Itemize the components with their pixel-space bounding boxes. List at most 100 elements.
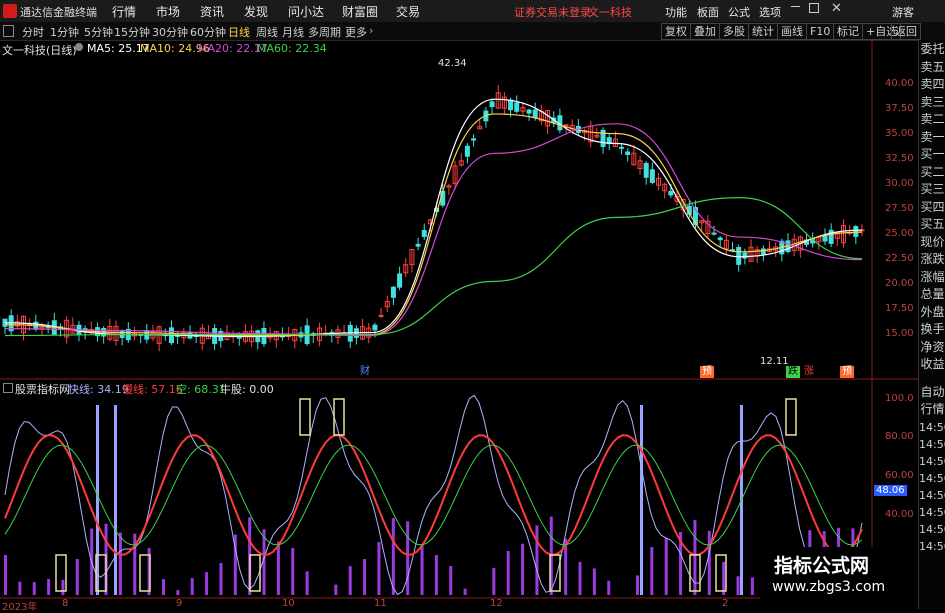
side-item[interactable]: 收益	[919, 357, 945, 372]
ma60-label: MA60: 22.34	[257, 42, 327, 55]
indicator-toggle-icon[interactable]	[3, 383, 13, 393]
period-weekly[interactable]: 周线	[256, 24, 278, 40]
side-time: 14:50	[919, 489, 945, 502]
watermark-url: www.zbgs3.com	[772, 579, 886, 595]
user-label[interactable]: 游客	[892, 4, 914, 20]
ma-line-ma10	[4, 113, 863, 337]
side-item[interactable]: 总量	[919, 287, 945, 302]
event-marker-fall[interactable]: 跌	[786, 366, 800, 378]
tool-f10[interactable]: F10	[806, 23, 835, 40]
period-5min[interactable]: 5分钟	[84, 24, 113, 40]
menu-wealth[interactable]: 财富圈	[342, 3, 378, 20]
tool-adjust[interactable]: 复权	[661, 23, 691, 40]
indicator-bar	[722, 561, 726, 595]
current-value-tag: 48.06	[874, 485, 907, 496]
menu-trade[interactable]: 交易	[396, 3, 420, 20]
signal-box	[333, 398, 345, 436]
side-item[interactable]: 买一	[919, 147, 945, 162]
bull-label: 牛股: 0.00	[220, 383, 274, 396]
login-notice[interactable]: 证券交易未登录	[514, 4, 591, 20]
y-tick: 30.00	[885, 178, 914, 189]
indicator-bar	[750, 577, 754, 595]
candle-body	[717, 237, 723, 241]
menu-market[interactable]: 市场	[156, 3, 180, 20]
tool-mark[interactable]: 标记	[833, 23, 863, 40]
stock-name-link[interactable]: 文一科技	[588, 4, 632, 20]
side-item[interactable]: 涨跌	[919, 252, 945, 267]
menu-layout[interactable]: 板面	[697, 4, 719, 20]
period-toolbar: 分时 1分钟 5分钟 15分钟 30分钟 60分钟 日线 周线 月线 多周期 更…	[0, 22, 945, 41]
watermark: 指标公式网 www.zbgs3.com	[760, 547, 918, 605]
candle-body	[563, 124, 569, 127]
indicator-bar	[434, 555, 438, 595]
tool-draw[interactable]: 画线	[777, 23, 807, 40]
period-1min[interactable]: 1分钟	[50, 24, 79, 40]
y-tick: 15.00	[885, 328, 914, 339]
tool-statistics[interactable]: 统计	[748, 23, 778, 40]
side-item[interactable]: 卖二	[919, 112, 945, 127]
maximize-icon[interactable]	[809, 3, 819, 13]
indicator-bar	[18, 581, 22, 595]
period-timeshare[interactable]: 分时	[22, 24, 44, 40]
indicator-bar	[707, 530, 711, 595]
period-multi[interactable]: 多周期	[308, 24, 341, 40]
ma-line-ma5	[4, 98, 863, 338]
period-daily[interactable]: 日线	[228, 24, 250, 40]
side-item[interactable]: 现价	[919, 235, 945, 250]
side-lower-item[interactable]: 行情	[919, 402, 945, 417]
candle-body	[378, 314, 384, 317]
menu-function[interactable]: 功能	[665, 4, 687, 20]
ind-y-tick: 80.00	[885, 431, 914, 442]
top-menu-bar: 通达信金融终端 行情 市场 资讯 发现 问小达 财富圈 交易 证券交易未登录 文…	[0, 0, 945, 23]
tool-multi-stock[interactable]: 多股	[719, 23, 749, 40]
side-lower-item[interactable]: 自动	[919, 385, 945, 400]
high-price-label: 42.34	[438, 58, 467, 69]
tool-back[interactable]: 返回	[891, 23, 921, 40]
side-item[interactable]: 卖三	[919, 95, 945, 110]
event-marker-finance[interactable]: 财	[358, 366, 372, 378]
x-tick: 2023年	[2, 602, 38, 613]
menu-ask[interactable]: 问小达	[288, 3, 324, 20]
side-item[interactable]: 买三	[919, 182, 945, 197]
menu-quotes[interactable]: 行情	[112, 3, 136, 20]
side-item[interactable]: 外盘	[919, 305, 945, 320]
indicator-bar	[406, 521, 410, 595]
y-tick: 40.00	[885, 78, 914, 89]
side-item[interactable]: 买四	[919, 200, 945, 215]
side-item[interactable]: 净资	[919, 340, 945, 355]
side-item[interactable]: 买二	[919, 165, 945, 180]
side-item[interactable]: 卖五	[919, 60, 945, 75]
menu-options[interactable]: 选项	[759, 4, 781, 20]
side-item[interactable]: 卖四	[919, 77, 945, 92]
side-item[interactable]: 涨幅	[919, 270, 945, 285]
tool-overlay[interactable]: 叠加	[690, 23, 720, 40]
settings-dot-icon[interactable]	[75, 43, 83, 51]
candle-body	[514, 102, 520, 112]
event-marker-forecast-2[interactable]: 预	[840, 366, 854, 378]
minimize-icon[interactable]	[791, 6, 800, 7]
panel-toggle-icon[interactable]	[3, 25, 14, 37]
side-item[interactable]: 委托	[919, 42, 945, 57]
indicator-bar	[305, 571, 309, 595]
indicator-bar	[32, 582, 36, 595]
side-item[interactable]: 买五	[919, 217, 945, 232]
menu-discover[interactable]: 发现	[244, 3, 268, 20]
y-tick: 27.50	[885, 203, 914, 214]
period-60min[interactable]: 60分钟	[190, 24, 226, 40]
side-item[interactable]: 换手	[919, 322, 945, 337]
period-more[interactable]: 更多	[345, 24, 367, 40]
period-15min[interactable]: 15分钟	[114, 24, 150, 40]
kline-chart[interactable]	[0, 40, 918, 609]
chevron-right-icon[interactable]: ›	[369, 24, 373, 37]
side-item[interactable]: 卖一	[919, 130, 945, 145]
menu-formula[interactable]: 公式	[728, 4, 750, 20]
event-marker-forecast[interactable]: 预	[700, 366, 714, 378]
period-monthly[interactable]: 月线	[282, 24, 304, 40]
indicator-bar	[736, 576, 740, 595]
event-marker-rise[interactable]: 涨	[802, 366, 816, 378]
side-time: 14:50	[919, 438, 945, 451]
period-30min[interactable]: 30分钟	[152, 24, 188, 40]
candle-body	[464, 145, 470, 157]
close-icon[interactable]: ✕	[831, 1, 842, 16]
menu-news[interactable]: 资讯	[200, 3, 224, 20]
